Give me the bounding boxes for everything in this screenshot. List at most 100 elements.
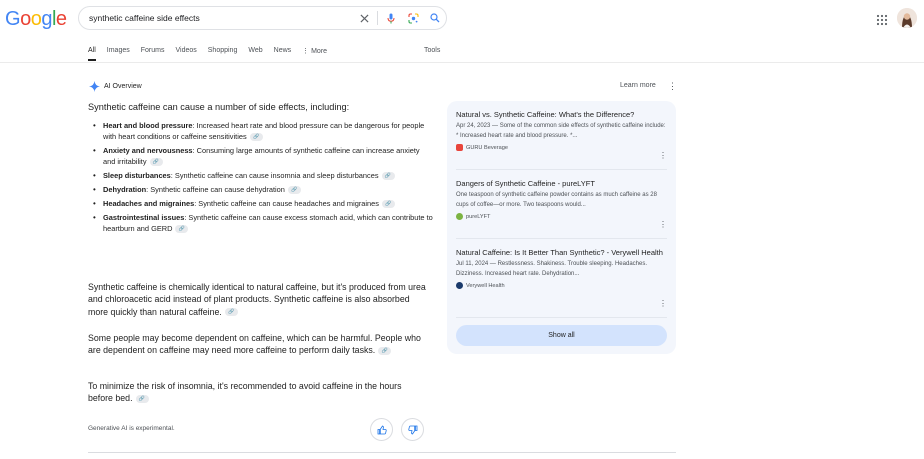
apps-grid-button[interactable] [876, 13, 888, 26]
card-divider [456, 317, 667, 318]
card-divider [456, 169, 667, 170]
paragraph-text: Synthetic caffeine is chemically identic… [88, 282, 426, 317]
voice-search-button[interactable] [380, 7, 402, 29]
ai-overview-title: AI Overview [104, 83, 142, 90]
search-tabs: All Images Forums Videos Shopping Web Ne… [88, 47, 338, 61]
citation-link-icon[interactable]: 🔗 [224, 308, 238, 317]
apps-grid-icon [876, 14, 888, 26]
search-button[interactable] [424, 7, 446, 29]
source-card[interactable]: Dangers of Synthetic Caffeine - pureLYFT… [456, 179, 667, 220]
list-item-title: Headaches and migraines [103, 199, 195, 208]
list-item: Dehydration: Synthetic caffeine can caus… [93, 184, 433, 195]
tab-news[interactable]: News [274, 47, 292, 61]
thumbs-down-button[interactable] [401, 418, 424, 441]
source-card[interactable]: Natural vs. Synthetic Caffeine: What's t… [456, 110, 667, 151]
tab-web[interactable]: Web [248, 47, 262, 61]
list-item-title: Anxiety and nervousness [103, 146, 193, 155]
microphone-icon [387, 13, 395, 23]
ai-overview-header: AI Overview [89, 81, 142, 92]
google-logo[interactable]: Google [5, 8, 67, 31]
thumbs-up-icon [377, 425, 387, 434]
profile-photo-icon [897, 8, 917, 28]
tab-more[interactable]: ⋮ More [302, 47, 327, 61]
list-item-title: Sleep disturbances [103, 171, 171, 180]
close-icon [359, 13, 369, 23]
list-item-text: : Synthetic caffeine can cause headaches… [194, 199, 379, 208]
source-snippet: One teaspoon of synthetic caffeine powde… [456, 192, 657, 208]
list-item-title: Heart and blood pressure [103, 121, 193, 130]
account-avatar[interactable] [897, 8, 917, 28]
logo-letter: e [55, 8, 67, 30]
clear-button[interactable] [353, 7, 375, 29]
list-item-text: : Synthetic caffeine can cause dehydrati… [146, 185, 285, 194]
source-snippet: Jul 11, 2024 — Restlessness. Shakiness. … [456, 261, 647, 277]
list-item-text: : Synthetic caffeine can cause insomnia … [170, 171, 379, 180]
ai-paragraph: Some people may become dependent on caff… [88, 332, 426, 357]
citation-link-icon[interactable]: 🔗 [381, 172, 395, 181]
tab-videos[interactable]: Videos [175, 47, 196, 61]
citation-link-icon[interactable]: 🔗 [149, 158, 163, 167]
search-icon [430, 13, 440, 23]
sources-panel: Natural vs. Synthetic Caffeine: What's t… [447, 101, 676, 354]
lens-search-button[interactable] [402, 7, 424, 29]
source-title[interactable]: Natural vs. Synthetic Caffeine: What's t… [456, 110, 667, 120]
source-name: GURU Beverage [466, 144, 508, 151]
ai-overview-more-icon[interactable]: ⋮ [668, 82, 677, 91]
citation-link-icon[interactable]: 🔗 [175, 225, 189, 234]
tab-images[interactable]: Images [107, 47, 130, 61]
paragraph-text: Some people may become dependent on caff… [88, 333, 421, 356]
source-site: pureLYFT [456, 213, 667, 220]
list-item-title: Gastrointestinal issues [103, 213, 185, 222]
logo-letter: o [20, 8, 31, 30]
source-site: Verywell Health [456, 282, 667, 289]
citation-link-icon[interactable]: 🔗 [135, 395, 149, 404]
source-snippet: Apr 24, 2023 — Some of the common side e… [456, 123, 666, 139]
paragraph-text: To minimize the risk of insomnia, it's r… [88, 381, 402, 404]
source-title[interactable]: Dangers of Synthetic Caffeine - pureLYFT [456, 179, 667, 189]
source-menu-icon[interactable]: ⋮ [659, 221, 667, 229]
logo-letter: G [5, 8, 21, 30]
section-divider [88, 452, 676, 453]
logo-letter: g [41, 8, 52, 30]
camera-lens-icon [407, 12, 419, 24]
tab-forums[interactable]: Forums [141, 47, 165, 61]
header-divider [0, 62, 924, 63]
source-title[interactable]: Natural Caffeine: Is It Better Than Synt… [456, 248, 667, 258]
verywell-favicon-icon [456, 282, 463, 289]
tab-all[interactable]: All [88, 47, 96, 61]
ai-paragraph: To minimize the risk of insomnia, it's r… [88, 380, 426, 405]
learn-more-link[interactable]: Learn more [620, 82, 656, 89]
list-item: Headaches and migraines: Synthetic caffe… [93, 198, 433, 209]
side-effects-list: Heart and blood pressure: Increased hear… [93, 120, 433, 237]
show-all-button[interactable]: Show all [456, 325, 667, 346]
card-divider [456, 238, 667, 239]
list-item: Sleep disturbances: Synthetic caffeine c… [93, 170, 433, 181]
purelyft-favicon-icon [456, 213, 463, 220]
guru-favicon-icon [456, 144, 463, 151]
thumbs-up-button[interactable] [370, 418, 393, 441]
generative-ai-note: Generative AI is experimental. [88, 425, 175, 432]
search-box[interactable]: synthetic caffeine side effects [78, 6, 447, 30]
search-input[interactable]: synthetic caffeine side effects [89, 13, 353, 23]
search-divider [377, 11, 378, 25]
citation-link-icon[interactable]: 🔗 [287, 186, 301, 195]
logo-letter: o [30, 8, 42, 30]
gemini-sparkle-icon [89, 81, 100, 92]
citation-link-icon[interactable]: 🔗 [378, 347, 392, 356]
source-menu-icon[interactable]: ⋮ [659, 300, 667, 308]
source-name: Verywell Health [466, 282, 505, 289]
source-site: GURU Beverage [456, 144, 667, 151]
thumbs-down-icon [407, 425, 417, 434]
ai-intro: Synthetic caffeine can cause a number of… [88, 102, 350, 112]
tab-shopping[interactable]: Shopping [208, 47, 238, 61]
citation-link-icon[interactable]: 🔗 [381, 200, 395, 209]
tools-button[interactable]: Tools [424, 47, 440, 54]
citation-link-icon[interactable]: 🔗 [249, 133, 263, 142]
source-name: pureLYFT [466, 213, 491, 220]
list-item: Gastrointestinal issues: Synthetic caffe… [93, 212, 433, 234]
source-menu-icon[interactable]: ⋮ [659, 152, 667, 160]
list-item: Anxiety and nervousness: Consuming large… [93, 145, 433, 167]
list-item-title: Dehydration [103, 185, 147, 194]
ai-paragraph: Synthetic caffeine is chemically identic… [88, 281, 426, 318]
source-card[interactable]: Natural Caffeine: Is It Better Than Synt… [456, 248, 667, 289]
